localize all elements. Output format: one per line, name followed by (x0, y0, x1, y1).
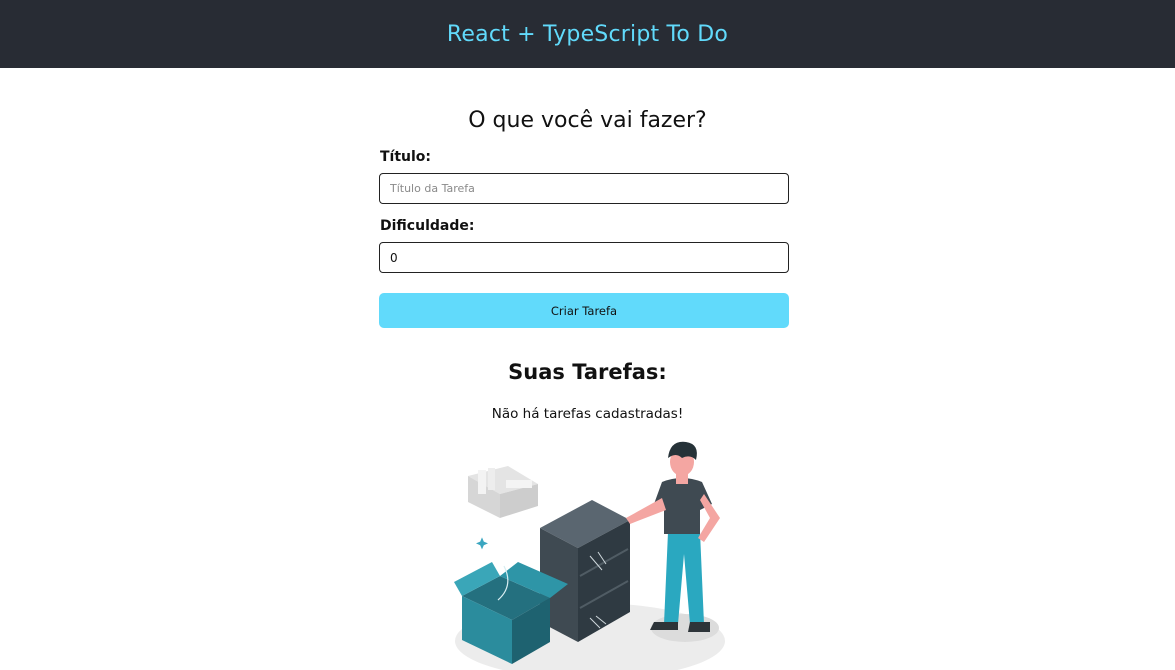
app-title: React + TypeScript To Do (446, 21, 729, 47)
form-heading: O que você vai fazer? (468, 108, 707, 133)
empty-tasks-message: Não há tarefas cadastradas! (491, 406, 684, 422)
title-label: Título: (380, 149, 432, 165)
create-task-button[interactable]: Criar Tarefa (379, 293, 789, 328)
title-input[interactable] (379, 173, 789, 204)
app-header: React + TypeScript To Do (0, 0, 1175, 68)
tasks-heading: Suas Tarefas: (508, 360, 667, 384)
books-decoration (468, 466, 538, 518)
difficulty-input[interactable] (379, 242, 789, 273)
empty-tasks-illustration (454, 441, 725, 670)
difficulty-label: Dificuldade: (380, 218, 475, 234)
